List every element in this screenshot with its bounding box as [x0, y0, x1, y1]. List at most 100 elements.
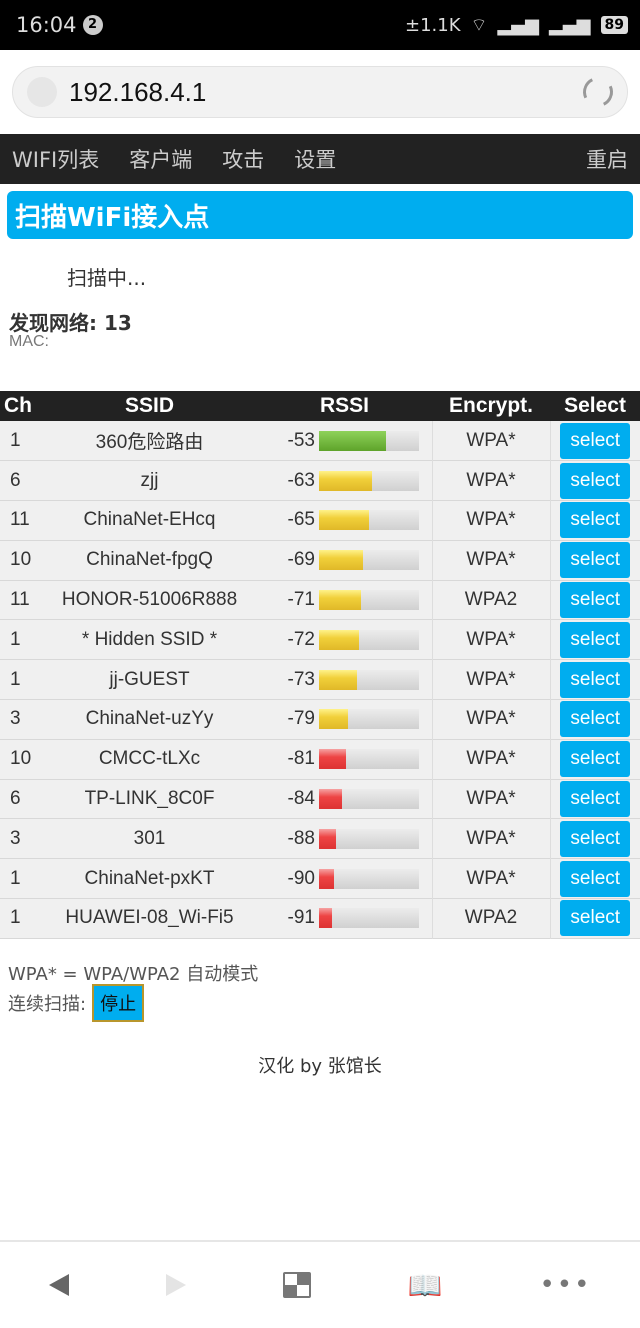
nav-settings[interactable]: 设置: [294, 144, 336, 174]
reload-icon[interactable]: [578, 72, 618, 112]
cell-rssi: -53: [257, 421, 433, 461]
select-button[interactable]: select: [560, 582, 631, 619]
rssi-bar: [319, 709, 419, 730]
rssi-bar-fill: [319, 709, 348, 730]
table-row: 1 * Hidden SSID * -72 WPA* select: [0, 619, 640, 660]
cell-ssid: * Hidden SSID *: [81, 628, 218, 650]
col-ch: Ch: [4, 394, 32, 417]
cell-ch: 1: [10, 867, 21, 889]
col-encrypt: Encrypt.: [448, 394, 534, 417]
scanning-status: 扫描中...: [67, 266, 147, 290]
col-select: Select: [564, 394, 626, 417]
cell-ssid: HONOR-51006R888: [61, 589, 238, 611]
cell-rssi: -81: [257, 739, 433, 780]
rssi-bar-fill: [319, 510, 369, 531]
wifi-icon: ⌔: [470, 14, 488, 36]
signal-icon-1: ▂▄▆: [497, 14, 539, 36]
continuous-scan-label: 连续扫描:: [8, 994, 87, 1015]
select-button[interactable]: select: [560, 502, 631, 539]
table-row: 1 jj-GUEST -73 WPA* select: [0, 659, 640, 700]
cell-ssid: TP-LINK_8C0F: [84, 788, 215, 810]
rssi-value: -63: [287, 469, 315, 491]
rssi-bar-fill: [319, 908, 332, 929]
cell-ch: 1: [10, 668, 21, 690]
cell-select: select: [550, 859, 640, 899]
select-button[interactable]: select: [560, 701, 631, 738]
nav-wifi-list[interactable]: WIFI列表: [12, 144, 99, 174]
cell-select: select: [550, 421, 640, 461]
select-button[interactable]: select: [560, 621, 631, 658]
select-button[interactable]: select: [560, 900, 631, 937]
cell-ssid: jj-GUEST: [109, 668, 190, 690]
nav-restart[interactable]: 重启: [586, 144, 628, 174]
cell-encryption: WPA*: [432, 858, 551, 899]
rssi-bar: [319, 629, 419, 650]
rssi-bar: [319, 789, 419, 810]
rssi-bar-fill: [319, 669, 357, 690]
cell-encryption: WPA*: [432, 421, 551, 461]
rssi-bar-fill: [319, 590, 361, 611]
cell-rssi: -63: [257, 460, 433, 501]
rssi-bar-fill: [319, 430, 386, 451]
signal-icon-2: ▂▄▆: [548, 14, 591, 36]
nav-clients[interactable]: 客户端: [129, 144, 192, 174]
rssi-value: -81: [287, 748, 315, 770]
cell-ssid: ChinaNet-fpgQ: [86, 549, 213, 571]
cell-ssid: ChinaNet-EHcq: [83, 509, 216, 531]
ap-table: Ch SSID RSSI Encrypt. Select 1 360危险路由 -53…: [0, 391, 640, 939]
browser-toolbar: 192.168.4.1: [0, 50, 640, 134]
more-icon[interactable]: •••: [539, 1270, 591, 1300]
mac-label: MAC:: [9, 333, 49, 350]
select-button[interactable]: select: [560, 661, 631, 698]
col-rssi: RSSI: [319, 394, 369, 417]
forward-icon[interactable]: [165, 1274, 186, 1296]
cell-ch: 3: [10, 708, 21, 730]
cell-rssi: -72: [257, 619, 433, 660]
nav-attack[interactable]: 攻击: [222, 144, 264, 174]
rssi-bar-fill: [319, 828, 336, 849]
select-button[interactable]: select: [560, 462, 631, 499]
cell-ssid: 301: [133, 827, 166, 849]
cell-select: select: [550, 700, 640, 740]
cell-select: select: [550, 819, 640, 859]
cell-select: select: [550, 779, 640, 819]
top-nav: WIFI列表 客户端 攻击 设置 重启: [0, 134, 640, 184]
rssi-bar: [319, 510, 419, 531]
cell-select: select: [550, 899, 640, 939]
select-button[interactable]: select: [560, 820, 631, 857]
cell-select: select: [550, 501, 640, 541]
rssi-bar-fill: [319, 629, 359, 650]
cell-select: select: [550, 540, 640, 580]
select-button[interactable]: select: [560, 860, 631, 897]
cell-ch: 10: [10, 748, 32, 770]
tabs-icon[interactable]: [282, 1272, 311, 1298]
cell-ssid: 360危险路由: [95, 432, 204, 454]
status-time: 16:04: [16, 13, 77, 37]
url-text[interactable]: 192.168.4.1: [69, 77, 206, 108]
battery-icon: 89: [600, 16, 628, 34]
cell-encryption: WPA*: [432, 500, 551, 541]
bookmarks-icon[interactable]: 📖: [408, 1269, 443, 1302]
address-bar[interactable]: 192.168.4.1: [12, 66, 628, 118]
cell-ssid: ChinaNet-pxKT: [84, 867, 215, 889]
col-ssid: SSID: [124, 394, 174, 417]
cell-encryption: WPA2: [432, 580, 551, 620]
cell-rssi: -84: [257, 779, 433, 819]
back-icon[interactable]: [48, 1274, 69, 1296]
select-button[interactable]: select: [560, 741, 631, 778]
select-button[interactable]: select: [560, 542, 631, 579]
cell-select: select: [550, 461, 640, 501]
cell-ch: 10: [10, 549, 32, 571]
page-title: 扫描WiFi接入点: [7, 191, 633, 239]
rssi-bar-fill: [319, 470, 372, 491]
select-button[interactable]: select: [560, 422, 631, 459]
rssi-bar: [319, 550, 419, 571]
stop-button[interactable]: 停止: [92, 984, 145, 1022]
select-button[interactable]: select: [560, 781, 631, 818]
cell-ssid: CMCC-tLXc: [98, 748, 201, 770]
table-header: Ch SSID RSSI Encrypt. Select: [0, 391, 640, 421]
credit-text: 汉化 by 张馆长: [258, 1056, 382, 1077]
continuous-scan: 连续扫描: 停止: [8, 984, 145, 1022]
table-row: 10 CMCC-tLXc -81 WPA* select: [0, 739, 640, 780]
cell-encryption: WPA2: [432, 898, 551, 939]
